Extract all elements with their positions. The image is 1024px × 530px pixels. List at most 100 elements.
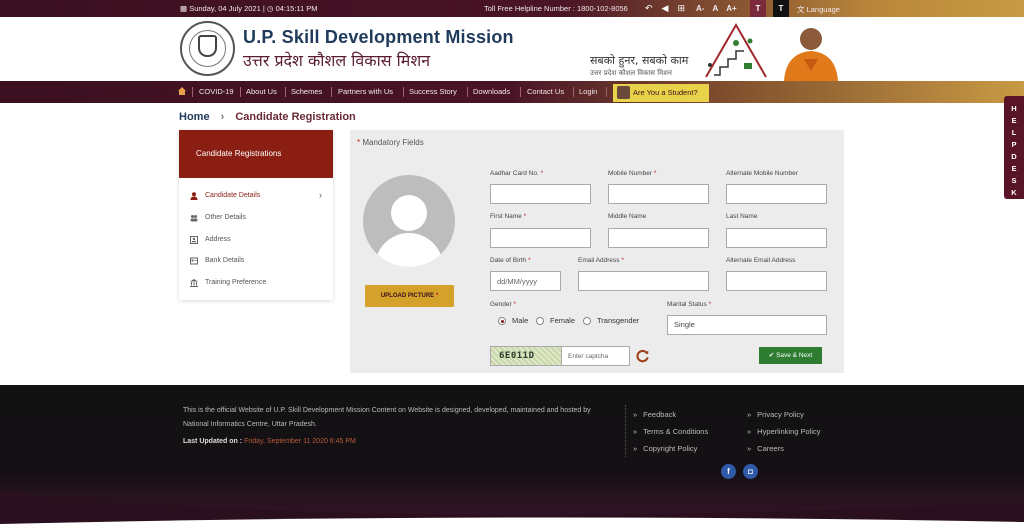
slogan-sub: उत्तर प्रदेश कौशल विकास मिशन — [590, 69, 672, 77]
footer-link-careers[interactable]: » Careers — [747, 444, 784, 453]
last-updated: Last Updated on : Friday, September 11 2… — [183, 438, 356, 445]
speaker-icon[interactable]: ◀ — [662, 3, 669, 14]
nav-login[interactable]: Login — [579, 81, 597, 103]
slogan: सबको हुनर, सबको काम — [590, 54, 689, 67]
main-nav: COVID-19 About Us Schemes Partners with … — [0, 81, 1024, 103]
font-decrease-button[interactable]: A- — [696, 4, 704, 13]
gender-male-label: Male — [512, 316, 529, 325]
middle-name-input[interactable] — [608, 228, 709, 248]
are-you-a-student-button[interactable]: Are You a Student? — [613, 84, 709, 102]
check-icon: ✔ — [768, 352, 775, 359]
font-increase-button[interactable]: A+ — [726, 4, 736, 13]
breadcrumb-separator: › — [220, 111, 225, 123]
up-emblem-logo[interactable] — [180, 21, 235, 76]
first-name-input[interactable] — [490, 228, 591, 248]
current-time: 04:15:11 PM — [275, 4, 318, 13]
gender-transgender-label: Transgender — [597, 316, 640, 325]
nav-contact-us[interactable]: Contact Us — [527, 81, 564, 103]
sidebar-item-training-preference[interactable]: Training Preference — [179, 272, 333, 294]
mandatory-fields-note: * Mandatory Fields — [357, 138, 424, 147]
last-name-label: Last Name — [726, 213, 758, 220]
dob-input[interactable] — [490, 271, 561, 291]
language-selector[interactable]: 文 Language — [797, 4, 840, 15]
breadcrumb: Home › Candidate Registration — [179, 111, 356, 123]
gender-female-radio[interactable] — [536, 317, 544, 325]
top-bar: ▦ Sunday, 04 July 2021 | ◷ 04:15:11 PM T… — [0, 0, 1024, 17]
helpline-number: Toll Free Helpline Number : 1800-102-805… — [484, 4, 628, 13]
alt-email-label: Alternate Email Address — [726, 257, 796, 264]
current-date: Sunday, 04 July 2021 — [189, 4, 261, 13]
sidebar-item-bank-details[interactable]: Bank Details — [179, 250, 333, 272]
mobile-label: Mobile Number * — [608, 170, 657, 177]
nav-partners-with-us[interactable]: Partners with Us — [338, 81, 393, 103]
date-time: ▦ Sunday, 04 July 2021 | ◷ 04:15:11 PM — [180, 4, 318, 13]
breadcrumb-home[interactable]: Home — [179, 111, 210, 123]
nav-success-story[interactable]: Success Story — [409, 81, 457, 103]
helpdesk-tab[interactable]: H E L P D E S K — [1004, 96, 1024, 199]
marital-status-select[interactable]: Single — [667, 315, 827, 335]
gender-male-radio[interactable] — [498, 317, 506, 325]
theme-dark-button[interactable]: T — [773, 0, 789, 17]
nav-schemes[interactable]: Schemes — [291, 81, 322, 103]
footer-link-privacy[interactable]: » Privacy Policy — [747, 410, 804, 419]
refresh-captcha-icon[interactable] — [635, 348, 650, 363]
site-header: U.P. Skill Development Mission उत्तर प्र… — [0, 17, 1024, 81]
font-normal-button[interactable]: A — [712, 4, 718, 13]
save-and-next-button[interactable]: ✔ Save & Next — [759, 347, 822, 364]
chief-minister-portrait — [784, 28, 838, 81]
sidebar-item-other-details[interactable]: Other Details — [179, 207, 333, 229]
candidate-details-form: * Mandatory Fields UPLOAD PICTURE * Aadh… — [350, 130, 844, 373]
address-card-icon — [190, 236, 198, 244]
footer-link-feedback[interactable]: » Feedback — [633, 410, 676, 419]
site-title: U.P. Skill Development Mission — [243, 27, 514, 47]
users-icon — [190, 215, 198, 222]
footer-link-hyperlinking[interactable]: » Hyperlinking Policy — [747, 427, 821, 436]
calendar-icon: ▦ — [180, 4, 188, 13]
alt-email-input[interactable] — [726, 271, 827, 291]
nav-about-us[interactable]: About Us — [246, 81, 277, 103]
chevron-right-icon: › — [319, 190, 322, 200]
gender-label: Gender * — [490, 301, 517, 308]
sidebar-item-address[interactable]: Address — [179, 229, 333, 251]
email-label: Email Address * — [578, 257, 624, 264]
bank-card-icon — [190, 257, 198, 265]
sidebar-header: Candidate Registrations — [179, 130, 333, 178]
alt-mobile-input[interactable] — [726, 184, 827, 204]
skill-staircase-illustration — [705, 22, 767, 78]
site-title-hindi: उत्तर प्रदेश कौशल विकास मिशन — [243, 51, 431, 70]
middle-name-label: Middle Name — [608, 213, 647, 220]
profile-picture-placeholder — [363, 175, 455, 267]
institution-icon — [190, 279, 198, 287]
footer-disclaimer: This is the official Website of U.P. Ski… — [183, 407, 591, 428]
back-icon[interactable]: ↶ — [645, 3, 653, 14]
footer-link-copyright[interactable]: » Copyright Policy — [633, 444, 697, 453]
registration-sidebar: Candidate Registrations Candidate Detail… — [179, 130, 333, 300]
student-avatar-icon — [617, 86, 630, 99]
sitemap-icon[interactable]: ⊞ — [677, 3, 685, 14]
home-icon[interactable] — [178, 87, 186, 95]
last-name-input[interactable] — [726, 228, 827, 248]
theme-light-button[interactable]: T — [750, 0, 766, 17]
marital-status-label: Marital Status * — [667, 301, 712, 308]
nav-downloads[interactable]: Downloads — [473, 81, 510, 103]
dob-label: Date of Birth * — [490, 257, 531, 264]
first-name-label: First Name * — [490, 213, 527, 220]
clock-icon: ◷ — [266, 4, 274, 13]
alt-mobile-label: Alternate Mobile Number — [726, 170, 798, 177]
gender-female-label: Female — [550, 316, 576, 325]
email-input[interactable] — [578, 271, 709, 291]
gender-transgender-radio[interactable] — [583, 317, 591, 325]
aadhar-label: Aadhar Card No. * — [490, 170, 544, 177]
language-icon: 文 — [797, 5, 805, 14]
captcha-image: 6E011D — [490, 346, 562, 366]
breadcrumb-current: Candidate Registration — [235, 111, 356, 123]
upload-picture-button[interactable]: UPLOAD PICTURE * — [365, 285, 454, 307]
user-icon — [190, 192, 198, 200]
nav-covid-19[interactable]: COVID-19 — [199, 81, 234, 103]
mobile-input[interactable] — [608, 184, 709, 204]
footer-link-terms[interactable]: » Terms & Conditions — [633, 427, 708, 436]
sidebar-item-candidate-details[interactable]: Candidate Details › — [179, 185, 333, 207]
captcha-input[interactable] — [561, 346, 630, 366]
aadhar-input[interactable] — [490, 184, 591, 204]
footer-wave-decoration — [0, 492, 1024, 530]
